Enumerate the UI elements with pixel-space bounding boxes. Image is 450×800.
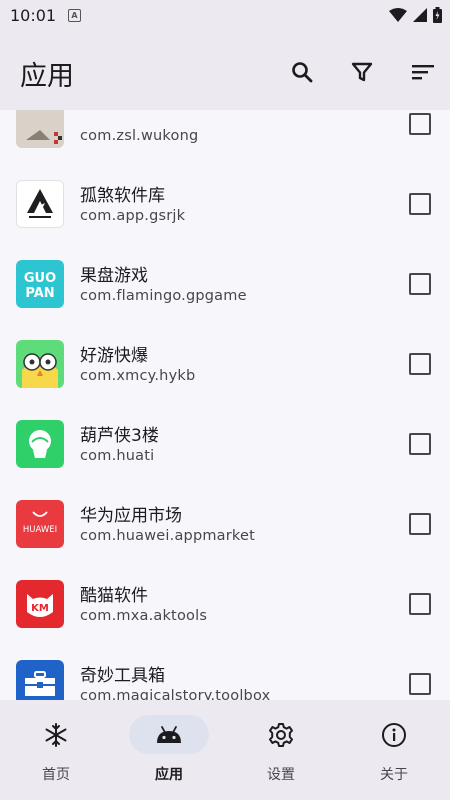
app-row-wukong[interactable]: com.zsl.wukong [0, 110, 450, 164]
app-name: 酷猫软件 [80, 586, 148, 606]
app-name: 孤煞软件库 [80, 186, 165, 206]
nav-label-about: 关于 [380, 767, 408, 783]
signal-icon [413, 8, 427, 22]
guopan-app-icon: GUO PAN [16, 260, 64, 308]
app-name: 好游快爆 [80, 346, 148, 366]
gear-icon [269, 722, 293, 747]
snowflake-icon [45, 722, 67, 747]
app-row-huluxia[interactable]: 葫芦侠3楼 com.huati [0, 404, 450, 484]
app-row-hykb[interactable]: 好游快爆 com.xmcy.hykb [0, 324, 450, 404]
status-time: 10:01 [10, 6, 57, 25]
app-package: com.huawei.appmarket [80, 528, 256, 544]
svg-text:GUO: GUO [24, 271, 56, 286]
kumao-app-icon: KM [16, 580, 64, 628]
app-package: com.flamingo.gpgame [80, 288, 247, 304]
app-row-kumao[interactable]: KM 酷猫软件 com.mxa.aktools [0, 564, 450, 644]
appbar-actions [284, 54, 440, 90]
nav-item-settings[interactable]: 设置 [225, 700, 337, 800]
nav-item-home[interactable]: 首页 [0, 700, 112, 800]
app-row-gsrjk[interactable]: 孤煞软件库 com.app.gsrjk [0, 164, 450, 244]
nav-label-settings: 设置 [267, 767, 295, 783]
wifi-icon [389, 8, 407, 22]
wukong-app-icon [16, 110, 64, 148]
sort-icon [412, 65, 434, 80]
search-icon [292, 62, 313, 83]
app-select-checkbox[interactable] [409, 673, 431, 695]
notification-a-icon: A [68, 9, 81, 22]
toolbox-app-icon [16, 660, 64, 700]
svg-text:KM: KM [31, 603, 49, 614]
huluxia-app-icon [16, 420, 64, 468]
sort-button[interactable] [404, 54, 440, 90]
app-name: 奇妙工具箱 [80, 666, 165, 686]
android-icon [157, 725, 181, 743]
app-select-checkbox[interactable] [409, 433, 431, 455]
app-name: 果盘游戏 [80, 266, 148, 286]
app-select-checkbox[interactable] [409, 193, 431, 215]
app-row-toolbox[interactable]: 奇妙工具箱 com.magicalstory.toolbox [0, 644, 450, 700]
app-select-checkbox[interactable] [409, 513, 431, 535]
svg-text:HUAWEI: HUAWEI [23, 525, 57, 535]
app-row-guopan[interactable]: GUO PAN 果盘游戏 com.flamingo.gpgame [0, 244, 450, 324]
nav-label-home: 首页 [42, 767, 70, 783]
app-select-checkbox[interactable] [409, 273, 431, 295]
svg-text:PAN: PAN [25, 286, 54, 301]
bottom-navigation: 首页 应用 设置 关于 [0, 700, 450, 800]
search-button[interactable] [284, 54, 320, 90]
app-name: 葫芦侠3楼 [80, 426, 159, 446]
hykb-app-icon [16, 340, 64, 388]
app-package: com.zsl.wukong [80, 128, 199, 144]
nav-item-apps[interactable]: 应用 [113, 700, 225, 800]
app-list[interactable]: com.zsl.wukong 孤煞软件库 com.app.gsrjk GUO P… [0, 110, 450, 700]
app-package: com.mxa.aktools [80, 608, 208, 624]
gsrjk-app-icon [16, 180, 64, 228]
filter-button[interactable] [344, 54, 380, 90]
app-name: 华为应用市场 [80, 506, 182, 526]
app-package: com.magicalstory.toolbox [80, 688, 271, 700]
app-select-checkbox[interactable] [409, 593, 431, 615]
app-package: com.huati [80, 448, 155, 464]
huawei-appmarket-icon: HUAWEI [16, 500, 64, 548]
app-select-checkbox[interactable] [409, 113, 431, 135]
nav-item-about[interactable]: 关于 [338, 700, 450, 800]
status-bar: 10:01 A [0, 0, 450, 32]
status-indicators [389, 7, 442, 23]
app-select-checkbox[interactable] [409, 353, 431, 375]
info-icon [382, 722, 406, 747]
app-package: com.xmcy.hykb [80, 368, 196, 384]
page-title: 应用 [20, 61, 74, 92]
app-package: com.app.gsrjk [80, 208, 186, 224]
app-row-huawei-appmarket[interactable]: HUAWEI 华为应用市场 com.huawei.appmarket [0, 484, 450, 564]
top-app-bar: 应用 [0, 32, 450, 110]
nav-label-apps: 应用 [155, 767, 183, 783]
filter-icon [351, 62, 373, 82]
battery-icon [433, 7, 442, 23]
